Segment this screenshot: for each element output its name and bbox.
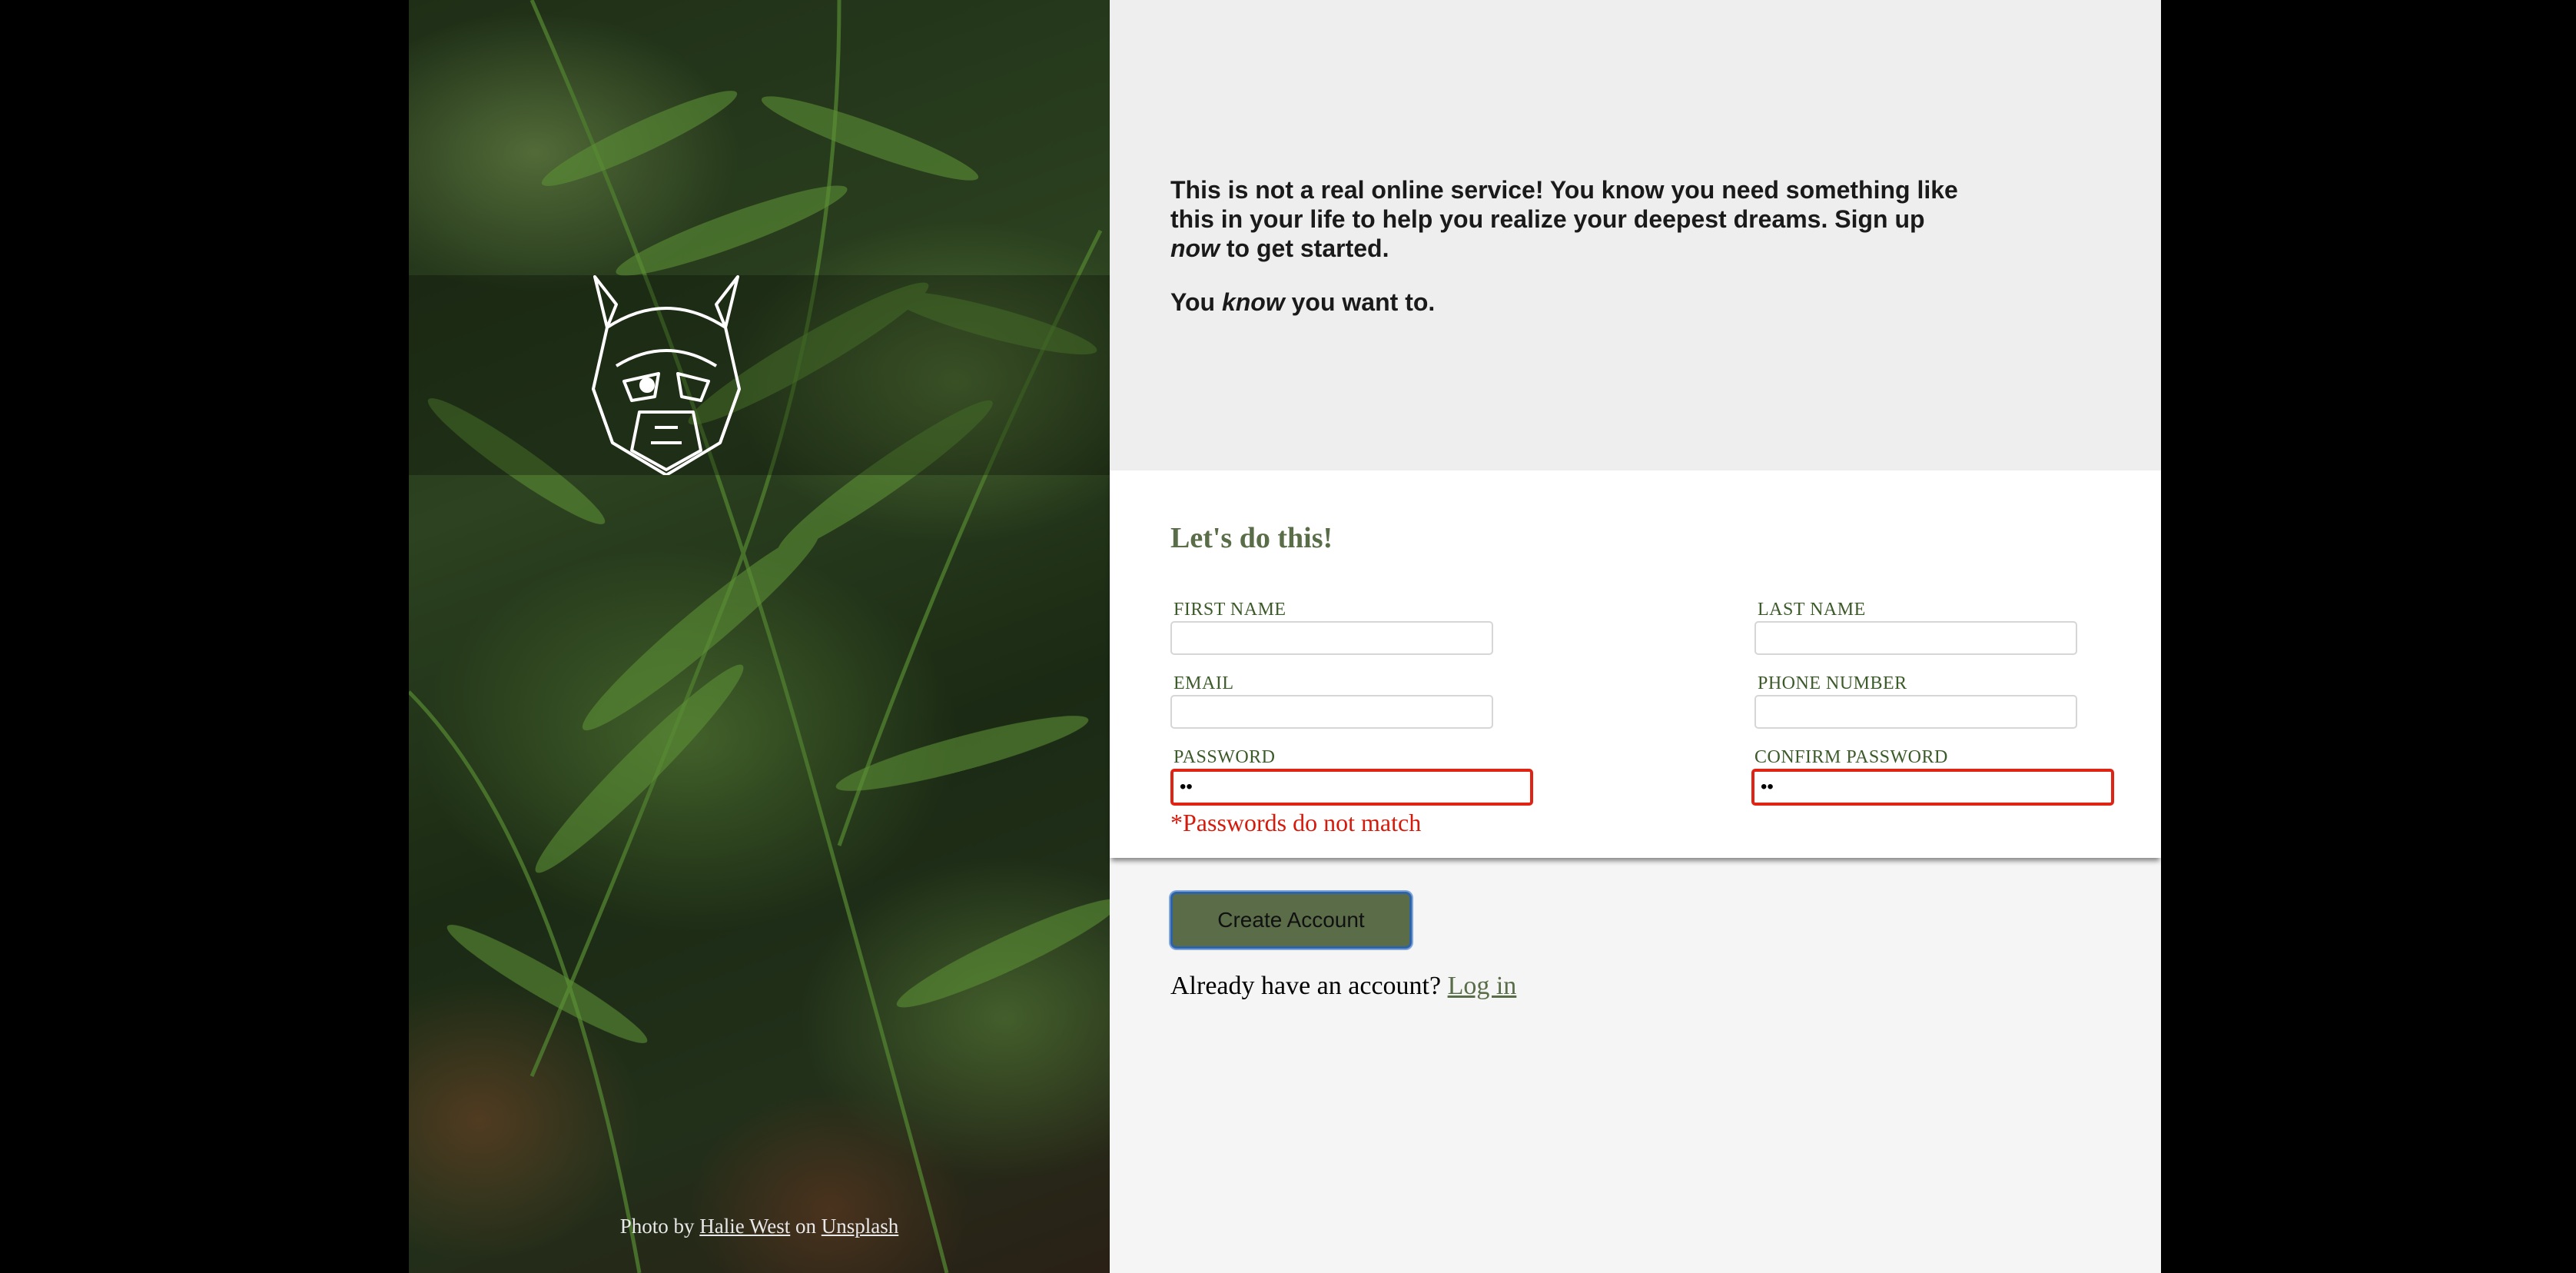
email-input[interactable] — [1170, 695, 1493, 729]
phone-label: PHONE NUMBER — [1758, 673, 1907, 693]
intro-paragraph-2: You know you want to. — [1170, 288, 1970, 317]
fern-background-image — [409, 0, 1110, 1273]
login-prompt: Already have an account? Log in — [1170, 972, 2100, 1001]
intro-text-3: You — [1170, 288, 1222, 316]
first-name-input[interactable] — [1170, 621, 1493, 655]
actions-section: Create Account Already have an account? … — [1110, 858, 2161, 1273]
intro-text-4: you want to. — [1284, 288, 1436, 316]
intro-text-2: to get started. — [1219, 234, 1389, 262]
login-link[interactable]: Log in — [1448, 972, 1517, 1000]
credit-prefix: Photo by — [619, 1215, 700, 1238]
last-name-input[interactable] — [1754, 621, 2077, 655]
login-prompt-text: Already have an account? — [1170, 972, 1448, 1000]
phone-input[interactable] — [1754, 695, 2077, 729]
hero-panel: Photo by Halie West on Unsplash — [409, 0, 1110, 1273]
last-name-group: LAST NAME — [1754, 598, 2077, 655]
credit-author-link[interactable]: Halie West — [699, 1215, 790, 1238]
signup-content: This is not a real online service! You k… — [1110, 0, 2161, 1273]
password-group: PASSWORD — [1170, 746, 1533, 806]
page: Photo by Halie West on Unsplash This is … — [409, 0, 2161, 1273]
odin-logo — [592, 275, 741, 475]
confirm-password-input[interactable] — [1751, 769, 2114, 806]
email-label: EMAIL — [1173, 673, 1234, 693]
password-error-message: *Passwords do not match — [1170, 809, 1422, 836]
create-account-button[interactable]: Create Account — [1170, 892, 1412, 949]
intro-emphasis-know: know — [1221, 288, 1285, 316]
first-name-group: FIRST NAME — [1170, 598, 1493, 655]
intro-text-1: This is not a real online service! You k… — [1170, 176, 1958, 233]
intro-section: This is not a real online service! You k… — [1110, 0, 2161, 470]
phone-group: PHONE NUMBER — [1754, 672, 2077, 729]
credit-middle: on — [790, 1215, 822, 1238]
intro-emphasis-now: now — [1170, 234, 1220, 262]
password-label: PASSWORD — [1173, 747, 1276, 767]
last-name-label: LAST NAME — [1758, 600, 1866, 620]
password-input[interactable] — [1170, 769, 1533, 806]
intro-paragraph: This is not a real online service! You k… — [1170, 175, 1970, 263]
photo-credit: Photo by Halie West on Unsplash — [409, 1215, 1110, 1238]
email-group: EMAIL — [1170, 672, 1493, 729]
confirm-password-label: CONFIRM PASSWORD — [1754, 747, 1948, 767]
confirm-password-group: CONFIRM PASSWORD — [1751, 746, 2114, 806]
form-title: Let's do this! — [1170, 522, 1333, 554]
signup-form: Let's do this! FIRST NAME LAST NAME EMAI… — [1110, 470, 2161, 858]
first-name-label: FIRST NAME — [1173, 600, 1286, 620]
credit-site-link[interactable]: Unsplash — [822, 1215, 899, 1238]
